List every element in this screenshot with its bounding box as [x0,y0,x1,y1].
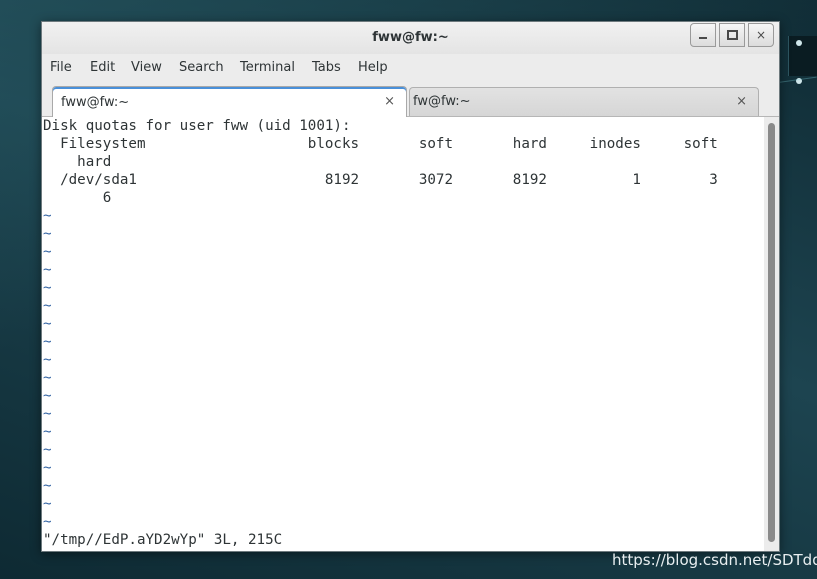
tilde-line: ~ [43,280,52,296]
tilde-line: ~ [43,460,52,476]
tilde-line: ~ [43,478,52,494]
terminal-window: fww@fw:~ × File Edit View Search Termina… [41,21,780,552]
tilde-line: ~ [43,298,52,314]
tilde-line: ~ [43,244,52,260]
tilde-line: ~ [43,514,52,530]
terminal-line: /dev/sda1 8192 3072 8192 1 3 [43,172,718,188]
maximize-button[interactable] [719,23,745,47]
tab-inactive[interactable]: fw@fw:~ × [409,87,759,116]
tilde-line: ~ [43,424,52,440]
tab-active[interactable]: fww@fw:~ × [52,86,407,117]
tab-close-icon[interactable]: × [736,88,747,116]
close-icon: × [755,28,767,42]
tab-label: fww@fw:~ [61,95,130,110]
scrollbar-thumb[interactable] [768,123,775,542]
minimize-button[interactable] [690,23,716,47]
terminal-line: Filesystem blocks soft hard inodes soft [43,136,718,152]
menu-view[interactable]: View [131,54,162,81]
tilde-line: ~ [43,226,52,242]
tab-label: fw@fw:~ [413,94,471,109]
tilde-line: ~ [43,388,52,404]
tilde-line: ~ [43,370,52,386]
menu-help[interactable]: Help [358,54,388,81]
tilde-line: ~ [43,406,52,422]
status-line: "/tmp//EdP.aYD2wYp" 3L, 215C [43,532,283,548]
desktop-dot [796,40,802,46]
tilde-line: ~ [43,496,52,512]
menu-search[interactable]: Search [179,54,224,81]
tilde-line: ~ [43,262,52,278]
tab-bar: fww@fw:~ × fw@fw:~ × [42,81,779,117]
maximize-icon [726,30,738,40]
tilde-line: ~ [43,352,52,368]
menubar: File Edit View Search Terminal Tabs Help [42,54,779,81]
titlebar[interactable]: fww@fw:~ × [42,22,779,54]
desktop-decoration [788,36,817,76]
menu-tabs[interactable]: Tabs [312,54,341,81]
tilde-line: ~ [43,442,52,458]
menu-terminal[interactable]: Terminal [240,54,295,81]
menu-file[interactable]: File [50,54,72,81]
tilde-line: ~ [43,334,52,350]
terminal-line: hard [43,154,112,170]
tilde-line: ~ [43,208,52,224]
watermark: https://blog.csdn.net/SDTdd [612,551,817,569]
tab-close-icon[interactable]: × [384,88,395,116]
menu-edit[interactable]: Edit [90,54,115,81]
terminal-line: 6 [43,190,112,206]
tilde-line: ~ [43,316,52,332]
minimize-icon [699,37,707,39]
terminal-area[interactable]: Disk quotas for user fww (uid 1001): Fil… [42,117,764,551]
window-title: fww@fw:~ [372,30,449,45]
close-button[interactable]: × [748,23,774,47]
terminal-line: Disk quotas for user fww (uid 1001): [43,118,351,134]
scrollbar[interactable] [764,117,779,551]
